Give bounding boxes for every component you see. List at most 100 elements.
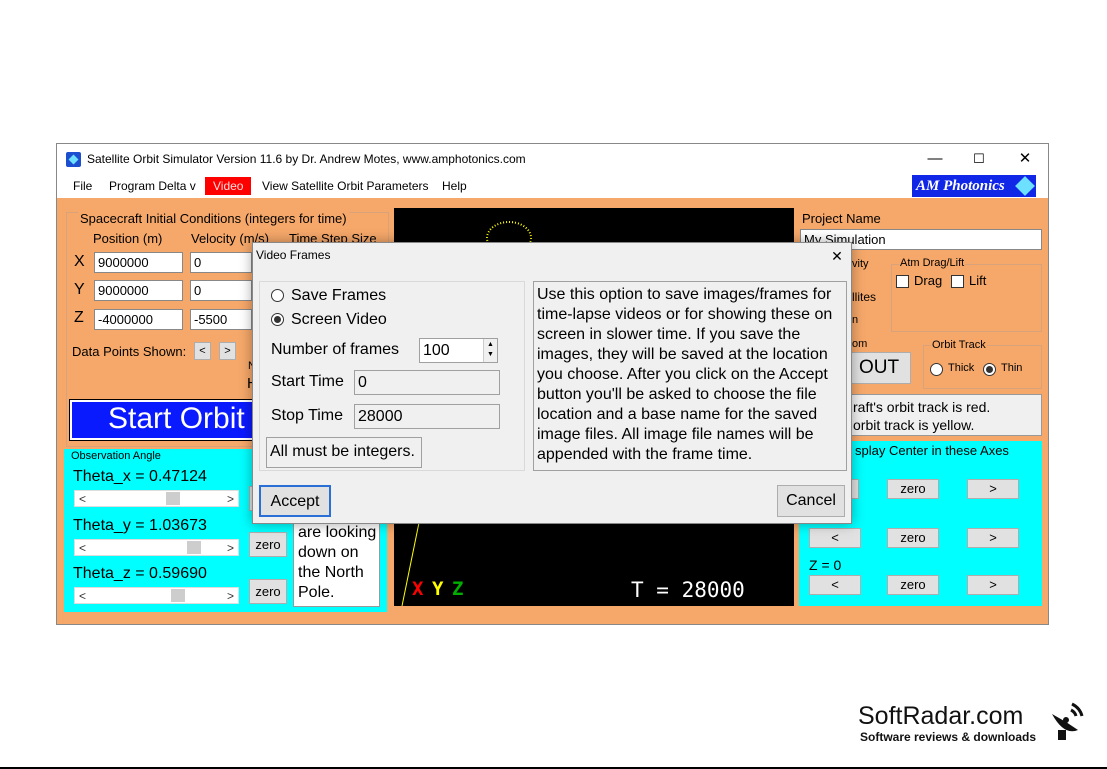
data-points-next-button[interactable]: >	[219, 342, 236, 360]
theta-z-slider[interactable]: < >	[74, 587, 239, 604]
thick-radio[interactable]	[930, 363, 943, 376]
view-note-line: Pole.	[298, 584, 335, 601]
help-line: appended with the frame time.	[537, 446, 753, 463]
save-frames-radio[interactable]	[271, 289, 284, 302]
stop-time-input[interactable]: 28000	[354, 404, 500, 429]
time-readout: T = 28000	[631, 578, 745, 602]
integers-note: All must be integers.	[266, 437, 422, 468]
partial-n-right: n	[852, 314, 859, 326]
data-points-label: Data Points Shown:	[72, 344, 187, 359]
spin-down-icon[interactable]: ▼	[487, 351, 494, 358]
position-label: Position (m)	[93, 231, 163, 246]
theta-y-slider[interactable]: < >	[74, 539, 239, 556]
y-velocity-input[interactable]: 0	[190, 280, 252, 301]
display-center-title: splay Center in these Axes	[855, 443, 1009, 458]
center-y-right-button[interactable]: >	[967, 528, 1019, 548]
logo-text: AM Photonics	[916, 178, 1005, 194]
menu-help[interactable]: Help	[442, 179, 467, 193]
theta-y-zero-button[interactable]: zero	[249, 532, 287, 557]
menu-video[interactable]: Video	[205, 177, 252, 195]
theta-x-slider[interactable]: < >	[74, 490, 239, 507]
app-icon	[66, 152, 81, 167]
title-bar: Satellite Orbit Simulator Version 11.6 b…	[57, 144, 1048, 174]
view-note-line: down on	[298, 544, 359, 561]
zoom-out-button[interactable]: OUT	[847, 352, 911, 384]
menu-bar: File Program Delta v Video View Satellit…	[57, 174, 1048, 198]
center-z-right-button[interactable]: >	[967, 575, 1019, 595]
z-position-input[interactable]: -4000000	[94, 309, 183, 330]
thick-label: Thick	[948, 362, 975, 374]
num-frames-spinner[interactable]: ▲ ▼	[483, 339, 497, 362]
slider-left-arrow[interactable]: <	[79, 492, 86, 506]
lift-label: Lift	[969, 273, 987, 288]
z-center-label: Z = 0	[809, 557, 842, 573]
theta-x-label: Theta_x = 0.47124	[73, 468, 207, 485]
y-axis-label: Y	[432, 578, 444, 600]
slider-left-arrow[interactable]: <	[79, 541, 86, 555]
project-name-label: Project Name	[802, 211, 881, 226]
orbit-track-title: Orbit Track	[931, 339, 987, 351]
atm-drag-title: Atm Drag/Lift	[899, 257, 966, 269]
lift-checkbox[interactable]	[951, 275, 964, 288]
cancel-button[interactable]: Cancel	[777, 485, 845, 517]
close-button[interactable]: ✕	[1002, 144, 1048, 174]
thin-radio[interactable]	[983, 363, 996, 376]
y-position-input[interactable]: 9000000	[94, 280, 183, 301]
start-time-label: Start Time	[271, 373, 344, 390]
slider-thumb[interactable]	[166, 492, 180, 505]
slider-thumb[interactable]	[171, 589, 185, 602]
dialog-close-button[interactable]: ✕	[825, 245, 849, 267]
theta-y-label: Theta_y = 1.03673	[73, 517, 207, 534]
track-color-line: orbit track is yellow.	[853, 417, 975, 433]
spin-up-icon[interactable]: ▲	[487, 341, 494, 348]
menu-program-delta-v[interactable]: Program Delta v	[109, 179, 196, 193]
center-z-left-button[interactable]: <	[809, 575, 861, 595]
start-orbit-button[interactable]: Start Orbit	[69, 399, 261, 441]
help-text: Use this option to save images/frames fo…	[533, 281, 847, 471]
center-y-zero-button[interactable]: zero	[887, 528, 939, 548]
am-photonics-logo: AM Photonics	[912, 175, 1036, 197]
center-y-left-button[interactable]: <	[809, 528, 861, 548]
slider-right-arrow[interactable]: >	[227, 589, 234, 603]
satellite-dish-icon	[1052, 702, 1084, 740]
help-line: time-lapse videos or for showing these o…	[537, 306, 833, 323]
accept-button[interactable]: Accept	[259, 485, 331, 517]
stop-time-label: Stop Time	[271, 407, 344, 424]
help-line: screen in slower time. If you save the	[537, 326, 801, 343]
menu-view-satellite-orbit-parameters[interactable]: View Satellite Orbit Parameters	[262, 179, 429, 193]
center-x-right-button[interactable]: >	[967, 479, 1019, 499]
x-position-input[interactable]: 9000000	[94, 252, 183, 273]
z-velocity-input[interactable]: -5500	[190, 309, 252, 330]
screen-video-label: Screen Video	[291, 311, 387, 328]
video-frames-dialog: Video Frames ✕ Save Frames Screen Video …	[252, 242, 852, 524]
x-velocity-input[interactable]: 0	[190, 252, 252, 273]
window-title: Satellite Orbit Simulator Version 11.6 b…	[87, 152, 526, 166]
drag-label: Drag	[914, 273, 943, 288]
help-line: images, they will be saved at the locati…	[537, 346, 828, 363]
start-time-input[interactable]: 0	[354, 370, 500, 395]
drag-checkbox[interactable]	[896, 275, 909, 288]
help-line: Use this option to save images/frames fo…	[537, 286, 832, 303]
track-color-line: raft's orbit track is red.	[853, 399, 991, 415]
center-z-zero-button[interactable]: zero	[887, 575, 939, 595]
data-points-prev-button[interactable]: <	[194, 342, 211, 360]
screen-video-radio[interactable]	[271, 313, 284, 326]
theta-z-zero-button[interactable]: zero	[249, 579, 287, 604]
slider-thumb[interactable]	[187, 541, 201, 554]
help-line: image files. All image file names will b…	[537, 426, 814, 443]
menu-file[interactable]: File	[73, 179, 92, 193]
thin-label: Thin	[1001, 362, 1023, 374]
observation-title: Observation Angle	[71, 450, 161, 462]
maximize-button[interactable]: ☐	[956, 144, 1002, 174]
slider-right-arrow[interactable]: >	[227, 492, 234, 506]
softradar-brand: SoftRadar.com	[858, 702, 1024, 730]
slider-left-arrow[interactable]: <	[79, 589, 86, 603]
logo-icon	[1015, 176, 1035, 196]
center-x-zero-button[interactable]: zero	[887, 479, 939, 499]
y-label: Y	[74, 281, 85, 298]
help-line: location and a base name for the saved	[537, 406, 818, 423]
track-color-note: raft's orbit track is red. orbit track i…	[846, 394, 1042, 436]
slider-right-arrow[interactable]: >	[227, 541, 234, 555]
minimize-button[interactable]: —	[912, 144, 958, 174]
help-line: button you'll be asked to choose the fil…	[537, 386, 817, 403]
